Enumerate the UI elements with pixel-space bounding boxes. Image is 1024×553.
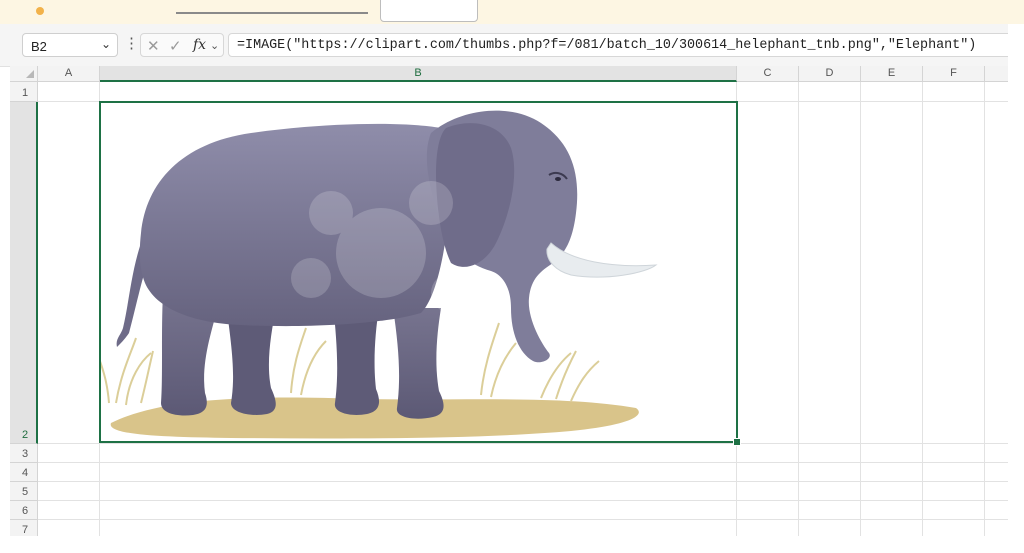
more-options-icon[interactable]: ⋮ bbox=[124, 35, 139, 53]
name-box[interactable]: B2 ⌄ bbox=[22, 33, 118, 57]
row-header-2[interactable]: 2 bbox=[10, 102, 38, 444]
fill-handle[interactable] bbox=[733, 438, 741, 446]
elephant-image[interactable] bbox=[101, 103, 736, 441]
selected-cell-b2[interactable] bbox=[99, 101, 738, 443]
column-header-c[interactable]: C bbox=[737, 66, 799, 82]
gridline bbox=[38, 500, 1008, 501]
gridline bbox=[798, 82, 799, 536]
window-bottom bbox=[0, 536, 1024, 553]
gridline bbox=[38, 462, 1008, 463]
gridline bbox=[38, 443, 1008, 444]
banner-text-underline bbox=[176, 12, 368, 14]
row-header-5[interactable]: 5 bbox=[10, 482, 38, 501]
column-header-d[interactable]: D bbox=[799, 66, 861, 82]
check-icon[interactable]: ✓ bbox=[169, 37, 182, 55]
row-header-1[interactable]: 1 bbox=[10, 82, 38, 102]
info-banner bbox=[0, 0, 1024, 25]
alert-dot-icon bbox=[36, 7, 44, 15]
column-header-a[interactable]: A bbox=[38, 66, 100, 82]
gridline bbox=[984, 82, 985, 536]
row-header-4[interactable]: 4 bbox=[10, 463, 38, 482]
gridline bbox=[860, 82, 861, 536]
cancel-icon[interactable]: ✕ bbox=[147, 37, 160, 55]
chevron-down-icon[interactable]: ⌄ bbox=[210, 39, 219, 52]
chevron-down-icon[interactable]: ⌄ bbox=[101, 37, 111, 51]
gridline bbox=[922, 82, 923, 536]
select-all-button[interactable] bbox=[10, 66, 38, 82]
column-header-next[interactable] bbox=[985, 66, 1008, 82]
insert-function-icon[interactable]: fx bbox=[193, 37, 206, 53]
worksheet-grid[interactable]: A B C D E F 1 2 3 4 5 6 7 bbox=[10, 66, 1008, 536]
formula-text: =IMAGE("https://clipart.com/thumbs.php?f… bbox=[237, 38, 977, 53]
formula-input[interactable]: =IMAGE("https://clipart.com/thumbs.php?f… bbox=[228, 33, 1018, 57]
gridline bbox=[38, 481, 1008, 482]
column-header-b[interactable]: B bbox=[100, 66, 737, 82]
row-header-6[interactable]: 6 bbox=[10, 501, 38, 520]
banner-button[interactable] bbox=[380, 0, 478, 22]
formula-buttons: ✕ ✓ fx ⌄ bbox=[140, 33, 224, 57]
row-header-3[interactable]: 3 bbox=[10, 444, 38, 463]
gridline bbox=[38, 519, 1008, 520]
column-header-e[interactable]: E bbox=[861, 66, 923, 82]
name-box-value: B2 bbox=[31, 39, 47, 54]
row-header-7[interactable]: 7 bbox=[10, 520, 38, 536]
column-header-f[interactable]: F bbox=[923, 66, 985, 82]
window-edge bbox=[1008, 24, 1024, 553]
formula-bar: B2 ⌄ ⋮ ✕ ✓ fx ⌄ =IMAGE("https://clipart.… bbox=[0, 24, 1024, 67]
